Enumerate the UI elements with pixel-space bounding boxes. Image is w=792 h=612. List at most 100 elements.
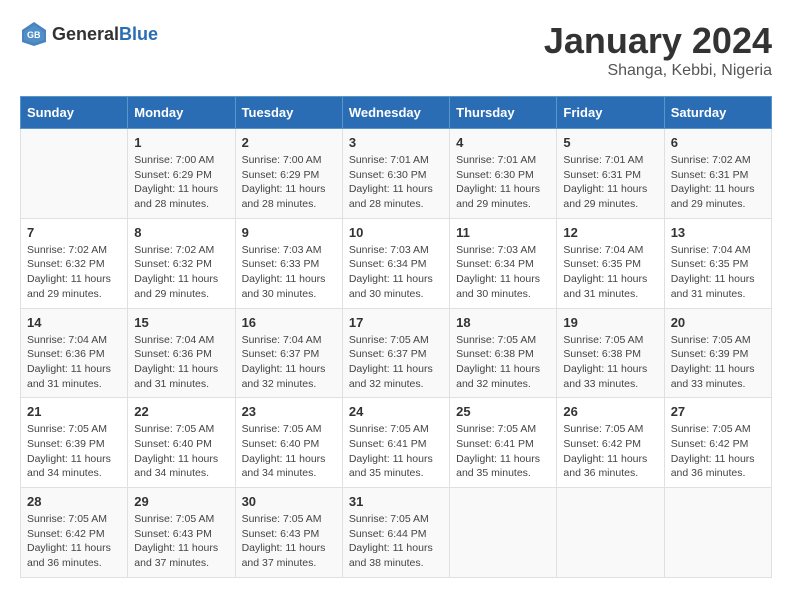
calendar-week-row: 7Sunrise: 7:02 AM Sunset: 6:32 PM Daylig…	[21, 218, 772, 308]
calendar-day-cell: 1 Sunrise: 7:00 AM Sunset: 6:29 PM Daylig…	[128, 129, 235, 219]
day-info: Sunrise: 7:00 AM Sunset: 6:29 PM Dayligh…	[242, 153, 336, 212]
day-number: 24	[349, 404, 443, 419]
calendar-day-cell: 13 Sunrise: 7:04 AM Sunset: 6:35 PM Dayli…	[664, 218, 771, 308]
calendar-day-cell: 19 Sunrise: 7:05 AM Sunset: 6:38 PM Dayli…	[557, 308, 664, 398]
day-info: Sunrise: 7:05 AM Sunset: 6:43 PM Dayligh…	[134, 512, 228, 571]
svg-text:GB: GB	[27, 30, 41, 40]
calendar-day-cell: 14 Sunrise: 7:04 AM Sunset: 6:36 PM Dayli…	[21, 308, 128, 398]
day-info: Sunrise: 7:03 AM Sunset: 6:33 PM Dayligh…	[242, 243, 336, 302]
day-number: 28	[27, 494, 121, 509]
day-number: 29	[134, 494, 228, 509]
day-number: 20	[671, 315, 765, 330]
calendar-day-cell: 3Sunrise: 7:01 AM Sunset: 6:30 PM Daylig…	[342, 129, 449, 219]
calendar-day-cell: 24Sunrise: 7:05 AM Sunset: 6:41 PM Dayli…	[342, 398, 449, 488]
day-number: 18	[456, 315, 550, 330]
weekday-header: Friday	[557, 97, 664, 129]
calendar-day-cell: 31Sunrise: 7:05 AM Sunset: 6:44 PM Dayli…	[342, 488, 449, 578]
calendar-day-cell	[450, 488, 557, 578]
day-info: Sunrise: 7:05 AM Sunset: 6:43 PM Dayligh…	[242, 512, 336, 571]
day-info: Sunrise: 7:05 AM Sunset: 6:39 PM Dayligh…	[671, 333, 765, 392]
calendar-week-row: 28 Sunrise: 7:05 AM Sunset: 6:42 PM Dayli…	[21, 488, 772, 578]
logo-icon: GB	[20, 20, 48, 48]
calendar-week-row: 1 Sunrise: 7:00 AM Sunset: 6:29 PM Daylig…	[21, 129, 772, 219]
day-info: Sunrise: 7:05 AM Sunset: 6:40 PM Dayligh…	[134, 422, 228, 481]
logo-text-container: GeneralBlue	[52, 24, 158, 45]
weekday-header: Tuesday	[235, 97, 342, 129]
calendar-day-cell: 15 Sunrise: 7:04 AM Sunset: 6:36 PM Dayli…	[128, 308, 235, 398]
day-info: Sunrise: 7:05 AM Sunset: 6:40 PM Dayligh…	[242, 422, 336, 481]
header: GB GeneralBlue January 2024 Shanga, Kebb…	[20, 20, 772, 80]
calendar-day-cell: 23 Sunrise: 7:05 AM Sunset: 6:40 PM Dayli…	[235, 398, 342, 488]
calendar-week-row: 14 Sunrise: 7:04 AM Sunset: 6:36 PM Dayli…	[21, 308, 772, 398]
day-number: 5	[563, 135, 657, 150]
day-number: 2	[242, 135, 336, 150]
day-info: Sunrise: 7:03 AM Sunset: 6:34 PM Dayligh…	[456, 243, 550, 302]
calendar-day-cell: 27 Sunrise: 7:05 AM Sunset: 6:42 PM Dayli…	[664, 398, 771, 488]
day-number: 15	[134, 315, 228, 330]
calendar-day-cell: 16 Sunrise: 7:04 AM Sunset: 6:37 PM Dayli…	[235, 308, 342, 398]
calendar-day-cell: 2 Sunrise: 7:00 AM Sunset: 6:29 PM Daylig…	[235, 129, 342, 219]
day-number: 8	[134, 225, 228, 240]
logo-blue: Blue	[119, 24, 158, 44]
day-number: 14	[27, 315, 121, 330]
day-info: Sunrise: 7:02 AM Sunset: 6:32 PM Dayligh…	[27, 243, 121, 302]
calendar-day-cell: 5 Sunrise: 7:01 AM Sunset: 6:31 PM Daylig…	[557, 129, 664, 219]
day-info: Sunrise: 7:05 AM Sunset: 6:39 PM Dayligh…	[27, 422, 121, 481]
day-info: Sunrise: 7:01 AM Sunset: 6:30 PM Dayligh…	[349, 153, 443, 212]
logo-general: General	[52, 24, 119, 44]
day-number: 21	[27, 404, 121, 419]
day-info: Sunrise: 7:01 AM Sunset: 6:31 PM Dayligh…	[563, 153, 657, 212]
day-info: Sunrise: 7:03 AM Sunset: 6:34 PM Dayligh…	[349, 243, 443, 302]
day-number: 23	[242, 404, 336, 419]
day-number: 13	[671, 225, 765, 240]
day-number: 16	[242, 315, 336, 330]
day-info: Sunrise: 7:05 AM Sunset: 6:42 PM Dayligh…	[27, 512, 121, 571]
calendar-day-cell: 17Sunrise: 7:05 AM Sunset: 6:37 PM Dayli…	[342, 308, 449, 398]
month-year: January 2024	[544, 20, 772, 62]
day-info: Sunrise: 7:05 AM Sunset: 6:44 PM Dayligh…	[349, 512, 443, 571]
logo: GB GeneralBlue	[20, 20, 158, 48]
weekday-header: Monday	[128, 97, 235, 129]
calendar-day-cell: 11 Sunrise: 7:03 AM Sunset: 6:34 PM Dayli…	[450, 218, 557, 308]
calendar-day-cell: 12Sunrise: 7:04 AM Sunset: 6:35 PM Dayli…	[557, 218, 664, 308]
calendar-day-cell	[664, 488, 771, 578]
calendar-day-cell: 21 Sunrise: 7:05 AM Sunset: 6:39 PM Dayli…	[21, 398, 128, 488]
calendar-day-cell: 28 Sunrise: 7:05 AM Sunset: 6:42 PM Dayli…	[21, 488, 128, 578]
day-number: 4	[456, 135, 550, 150]
day-number: 9	[242, 225, 336, 240]
calendar-day-cell: 22 Sunrise: 7:05 AM Sunset: 6:40 PM Dayli…	[128, 398, 235, 488]
calendar-day-cell: 18Sunrise: 7:05 AM Sunset: 6:38 PM Dayli…	[450, 308, 557, 398]
calendar-day-cell: 26Sunrise: 7:05 AM Sunset: 6:42 PM Dayli…	[557, 398, 664, 488]
day-number: 1	[134, 135, 228, 150]
day-info: Sunrise: 7:00 AM Sunset: 6:29 PM Dayligh…	[134, 153, 228, 212]
day-info: Sunrise: 7:05 AM Sunset: 6:42 PM Dayligh…	[563, 422, 657, 481]
day-number: 11	[456, 225, 550, 240]
day-info: Sunrise: 7:02 AM Sunset: 6:32 PM Dayligh…	[134, 243, 228, 302]
calendar-day-cell: 9 Sunrise: 7:03 AM Sunset: 6:33 PM Daylig…	[235, 218, 342, 308]
calendar-day-cell: 29 Sunrise: 7:05 AM Sunset: 6:43 PM Dayli…	[128, 488, 235, 578]
location: Shanga, Kebbi, Nigeria	[544, 62, 772, 80]
day-info: Sunrise: 7:05 AM Sunset: 6:42 PM Dayligh…	[671, 422, 765, 481]
day-number: 27	[671, 404, 765, 419]
day-info: Sunrise: 7:05 AM Sunset: 6:38 PM Dayligh…	[563, 333, 657, 392]
weekday-header-row: SundayMondayTuesdayWednesdayThursdayFrid…	[21, 97, 772, 129]
day-number: 17	[349, 315, 443, 330]
day-number: 22	[134, 404, 228, 419]
day-info: Sunrise: 7:04 AM Sunset: 6:35 PM Dayligh…	[671, 243, 765, 302]
calendar-day-cell: 7Sunrise: 7:02 AM Sunset: 6:32 PM Daylig…	[21, 218, 128, 308]
day-number: 19	[563, 315, 657, 330]
day-info: Sunrise: 7:04 AM Sunset: 6:36 PM Dayligh…	[134, 333, 228, 392]
day-info: Sunrise: 7:01 AM Sunset: 6:30 PM Dayligh…	[456, 153, 550, 212]
calendar-day-cell: 8 Sunrise: 7:02 AM Sunset: 6:32 PM Daylig…	[128, 218, 235, 308]
weekday-header: Saturday	[664, 97, 771, 129]
day-info: Sunrise: 7:04 AM Sunset: 6:35 PM Dayligh…	[563, 243, 657, 302]
calendar-day-cell: 10Sunrise: 7:03 AM Sunset: 6:34 PM Dayli…	[342, 218, 449, 308]
calendar-day-cell: 30Sunrise: 7:05 AM Sunset: 6:43 PM Dayli…	[235, 488, 342, 578]
day-info: Sunrise: 7:04 AM Sunset: 6:37 PM Dayligh…	[242, 333, 336, 392]
calendar-week-row: 21 Sunrise: 7:05 AM Sunset: 6:39 PM Dayli…	[21, 398, 772, 488]
weekday-header: Thursday	[450, 97, 557, 129]
weekday-header: Sunday	[21, 97, 128, 129]
day-info: Sunrise: 7:05 AM Sunset: 6:41 PM Dayligh…	[456, 422, 550, 481]
calendar-day-cell: 25Sunrise: 7:05 AM Sunset: 6:41 PM Dayli…	[450, 398, 557, 488]
day-info: Sunrise: 7:04 AM Sunset: 6:36 PM Dayligh…	[27, 333, 121, 392]
